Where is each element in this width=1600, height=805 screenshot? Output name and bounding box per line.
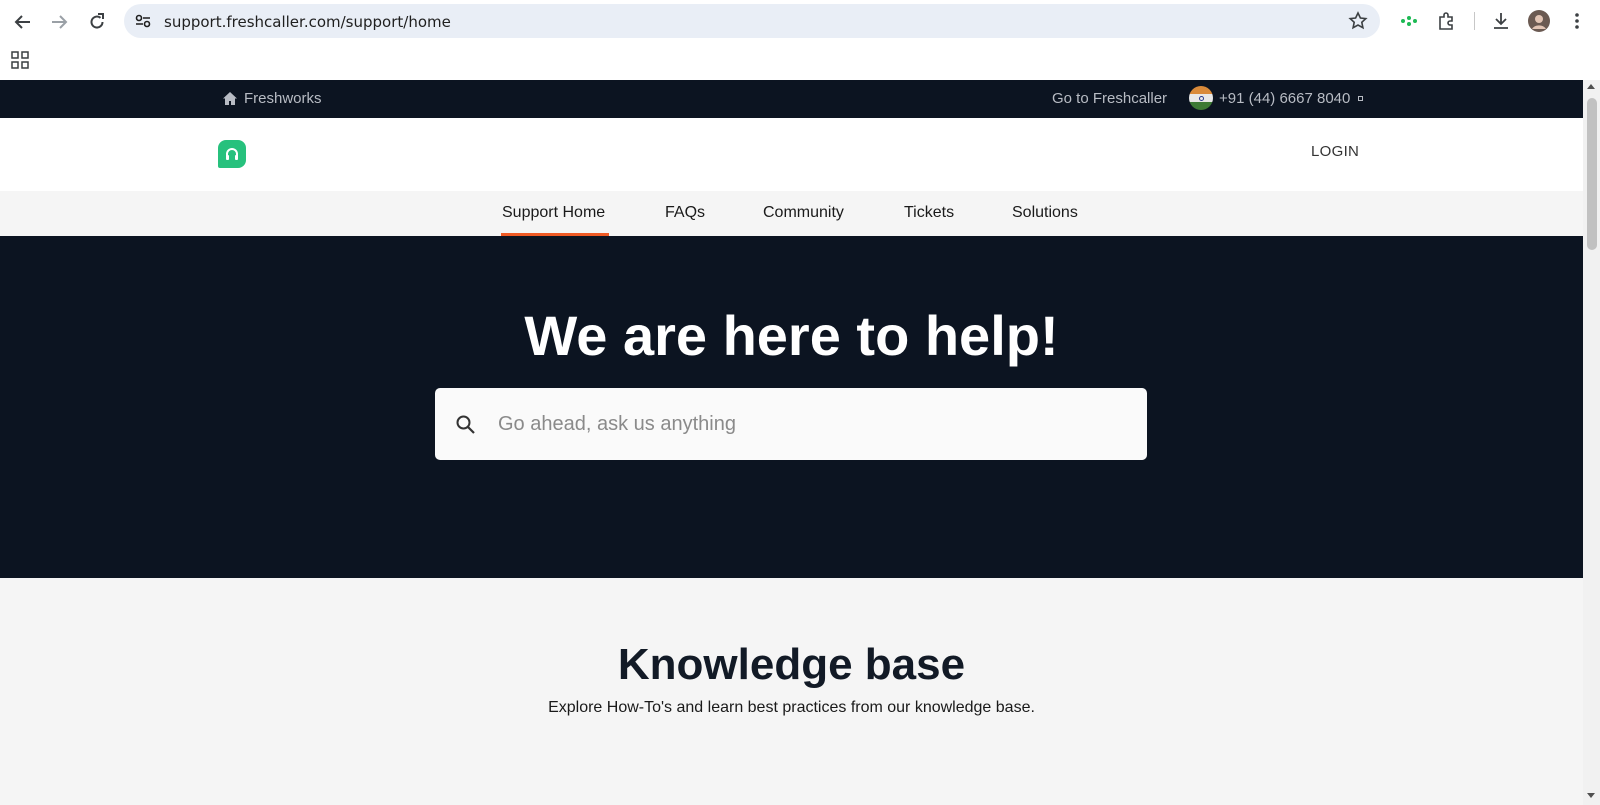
reload-button[interactable] (83, 8, 111, 36)
scroll-down-arrow-icon[interactable] (1587, 793, 1595, 798)
page-viewport: Freshworks Go to Freshcaller +91 (44) 66… (0, 80, 1583, 805)
india-flag-icon (1189, 86, 1213, 110)
search-input[interactable]: Go ahead, ask us anything (435, 388, 1147, 460)
forward-arrow-icon (52, 15, 68, 29)
back-button[interactable] (9, 8, 37, 36)
knowledge-base-section: Knowledge base Explore How-To's and lear… (0, 578, 1583, 805)
headset-icon (226, 148, 238, 160)
search-placeholder: Go ahead, ask us anything (498, 413, 736, 435)
knowledge-base-subtitle: Explore How-To's and learn best practice… (548, 699, 1035, 716)
back-arrow-icon (14, 15, 30, 29)
browser-menu-icon[interactable] (1565, 9, 1589, 33)
hero-section: We are here to help! Go ahead, ask us an… (0, 236, 1583, 578)
reload-icon (90, 13, 104, 29)
browser-chrome: support.freshcaller.com/support/home (0, 0, 1600, 80)
hero-title: We are here to help! (524, 304, 1059, 367)
go-to-freshcaller-link[interactable]: Go to Freshcaller (1052, 90, 1167, 107)
forward-button[interactable] (45, 8, 73, 36)
freshworks-label: Freshworks (244, 90, 322, 107)
freshworks-home-link[interactable]: Freshworks (222, 90, 322, 107)
tab-support-home[interactable]: Support Home (502, 204, 605, 222)
dropdown-caret-icon (1358, 95, 1364, 101)
apps-grid-icon[interactable] (11, 51, 29, 69)
page-scrollbar[interactable] (1583, 80, 1600, 805)
bookmark-star-icon[interactable] (1348, 11, 1368, 31)
extension-dots-icon[interactable] (1397, 9, 1421, 33)
login-button[interactable]: LOGIN (1311, 143, 1359, 160)
scroll-up-arrow-icon[interactable] (1587, 84, 1595, 89)
downloads-icon[interactable] (1489, 9, 1513, 33)
phone-selector[interactable]: +91 (44) 6667 8040 (1189, 86, 1364, 110)
toolbar-divider (1474, 12, 1475, 30)
extensions-puzzle-icon[interactable] (1435, 9, 1459, 33)
site-settings-icon[interactable] (134, 12, 152, 30)
scrollbar-thumb[interactable] (1587, 98, 1597, 250)
phone-number: +91 (44) 6667 8040 (1219, 89, 1351, 107)
profile-avatar[interactable] (1527, 9, 1551, 33)
knowledge-base-title: Knowledge base (617, 640, 966, 689)
tab-community[interactable]: Community (763, 204, 844, 222)
top-utility-bar: Freshworks Go to Freshcaller +91 (44) 66… (0, 80, 1583, 118)
freshcaller-logo[interactable] (218, 140, 246, 168)
tab-tickets[interactable]: Tickets (904, 204, 954, 222)
site-header: LOGIN (0, 118, 1583, 191)
main-nav-tabs: Support Home FAQs Community Tickets Solu… (0, 191, 1583, 236)
tab-solutions[interactable]: Solutions (1012, 204, 1078, 222)
search-icon (456, 415, 475, 434)
home-icon (223, 92, 237, 105)
tab-faqs[interactable]: FAQs (665, 204, 705, 222)
address-bar[interactable]: support.freshcaller.com/support/home (124, 4, 1380, 38)
url-text[interactable]: support.freshcaller.com/support/home (164, 13, 451, 31)
